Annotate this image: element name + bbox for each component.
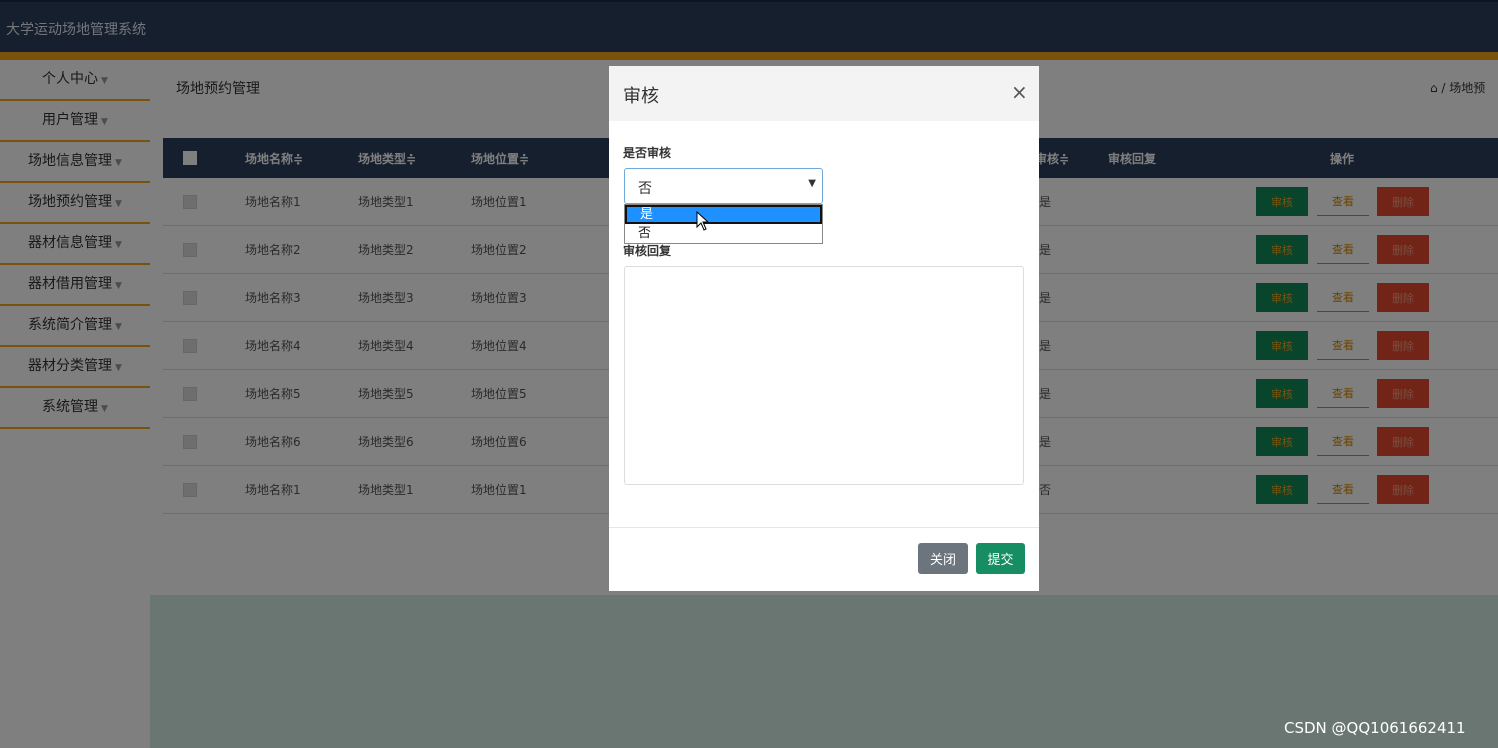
submit-button[interactable]: 提交 [976,543,1025,574]
modal-header: 审核 × [609,66,1039,121]
dropdown-option-no[interactable]: 否 [625,224,822,243]
audit-label: 是否审核 [623,146,672,160]
modal-title: 审核 [623,86,659,107]
reply-textarea[interactable] [624,266,1024,485]
close-button[interactable]: 关闭 [918,543,968,574]
mouse-cursor-icon [696,211,710,231]
audit-dropdown: 是 否 [624,204,823,244]
watermark: CSDN @QQ1061662411 [1284,719,1466,737]
audit-modal: 审核 × 是否审核 否 ▼ 审核回复 是 否 关闭 提交 [609,66,1039,591]
reply-label: 审核回复 [623,244,672,258]
close-icon[interactable]: × [1011,80,1028,104]
audit-select[interactable]: 否 ▼ [624,168,823,204]
dropdown-option-yes[interactable]: 是 [625,205,822,224]
modal-footer: 关闭 提交 [609,527,1039,592]
chevron-down-icon: ▼ [808,178,816,189]
audit-select-value: 否 [638,181,652,197]
